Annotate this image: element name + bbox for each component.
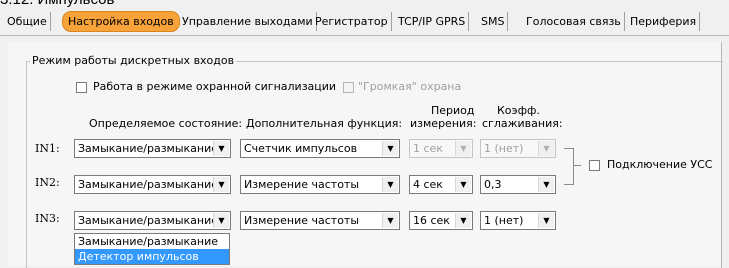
tab-outputs-control[interactable]: Управление выходами: [179, 12, 317, 31]
row-label-in3: IN3:: [35, 212, 60, 225]
group-title: Режим работы дискретных входов: [30, 54, 237, 67]
in1-smooth-value: 1 (нет): [484, 142, 524, 155]
tab-inputs-settings[interactable]: Настройка входов: [62, 11, 180, 32]
in3-state-select[interactable]: Замыкание/размыкание ▼: [74, 211, 231, 230]
in3-period-value: 16 сек: [413, 214, 450, 227]
in1-state-select[interactable]: Замыкание/размыкание ▼: [74, 139, 231, 158]
chevron-down-icon: ▼: [382, 213, 398, 228]
in3-smooth-value: 1 (нет): [484, 214, 524, 227]
in2-period-select[interactable]: 4 сек ▼: [409, 175, 473, 194]
header-period-line1: Период: [431, 104, 475, 117]
page-heading: 3.12. Импульсов: [0, 0, 114, 9]
usc-label: Подключение УСС: [607, 158, 713, 171]
in3-state-value: Замыкание/размыкание: [78, 214, 219, 227]
chevron-down-icon: ▼: [455, 177, 471, 192]
tab-recorder[interactable]: Регистратор: [312, 12, 392, 31]
in3-function-select[interactable]: Измерение частоты ▼: [240, 211, 400, 230]
usc-checkbox[interactable]: [589, 160, 600, 171]
header-period-line2: измерения:: [410, 117, 477, 130]
tab-peripherals[interactable]: Периферия: [627, 12, 701, 31]
chevron-down-icon: ▼: [538, 213, 554, 228]
in3-smooth-select[interactable]: 1 (нет) ▼: [480, 211, 556, 230]
tab-bar: Общие Настройка входов Управление выхода…: [0, 10, 729, 36]
chevron-down-icon: ▼: [213, 213, 229, 228]
in1-state-value: Замыкание/размыкание: [78, 142, 219, 155]
in2-state-value: Замыкание/размыкание: [78, 178, 219, 191]
header-smooth-line2: сглаживания:: [482, 117, 563, 130]
dropdown-option-contact[interactable]: Замыкание/размыкание: [75, 234, 229, 249]
chevron-down-icon: ▼: [455, 141, 471, 156]
in1-function-select[interactable]: Счетчик импульсов ▼: [240, 139, 400, 158]
in2-function-select[interactable]: Измерение частоты ▼: [240, 175, 400, 194]
tab-tcpip-gprs[interactable]: TCP/IP GPRS: [395, 12, 470, 31]
tab-sms[interactable]: SMS: [478, 12, 509, 31]
row-label-in2: IN2:: [35, 176, 60, 189]
header-state: Определяемое состояние:: [89, 117, 243, 130]
usc-bracket: [564, 148, 574, 185]
header-smooth-line1: Коэфф.: [497, 104, 540, 117]
in2-state-select[interactable]: Замыкание/размыкание ▼: [74, 175, 231, 194]
in2-smooth-select[interactable]: 0,3 ▼: [480, 175, 556, 194]
in1-period-select[interactable]: 1 сек ▼: [409, 139, 473, 158]
in2-period-value: 4 сек: [413, 178, 443, 191]
header-function: Дополнительная функция:: [246, 117, 403, 130]
loud-guard-label: "Громкая" охрана: [358, 80, 462, 93]
in2-function-value: Измерение частоты: [244, 178, 360, 191]
chevron-down-icon: ▼: [538, 177, 554, 192]
tab-general[interactable]: Общие: [4, 12, 51, 31]
in1-smooth-select[interactable]: 1 (нет) ▼: [480, 139, 556, 158]
in1-function-value: Счетчик импульсов: [244, 142, 358, 155]
tab-voice[interactable]: Голосовая связь: [523, 12, 625, 31]
in3-state-dropdown-list: Замыкание/размыкание Детектор импульсов: [74, 233, 230, 265]
chevron-down-icon: ▼: [382, 177, 398, 192]
chevron-down-icon: ▼: [455, 213, 471, 228]
chevron-down-icon: ▼: [538, 141, 554, 156]
loud-guard-checkbox[interactable]: [343, 82, 354, 93]
chevron-down-icon: ▼: [382, 141, 398, 156]
row-label-in1: IN1:: [35, 142, 60, 155]
in1-period-value: 1 сек: [413, 142, 443, 155]
in3-function-value: Измерение частоты: [244, 214, 360, 227]
chevron-down-icon: ▼: [213, 141, 229, 156]
security-mode-checkbox[interactable]: [76, 82, 87, 93]
usc-bracket-tick: [573, 165, 581, 166]
in2-smooth-value: 0,3: [484, 178, 502, 191]
dropdown-option-pulse-detector[interactable]: Детектор импульсов: [75, 249, 229, 264]
in3-period-select[interactable]: 16 сек ▼: [409, 211, 473, 230]
chevron-down-icon: ▼: [213, 177, 229, 192]
security-mode-label: Работа в режиме охранной сигнализации: [93, 80, 337, 93]
